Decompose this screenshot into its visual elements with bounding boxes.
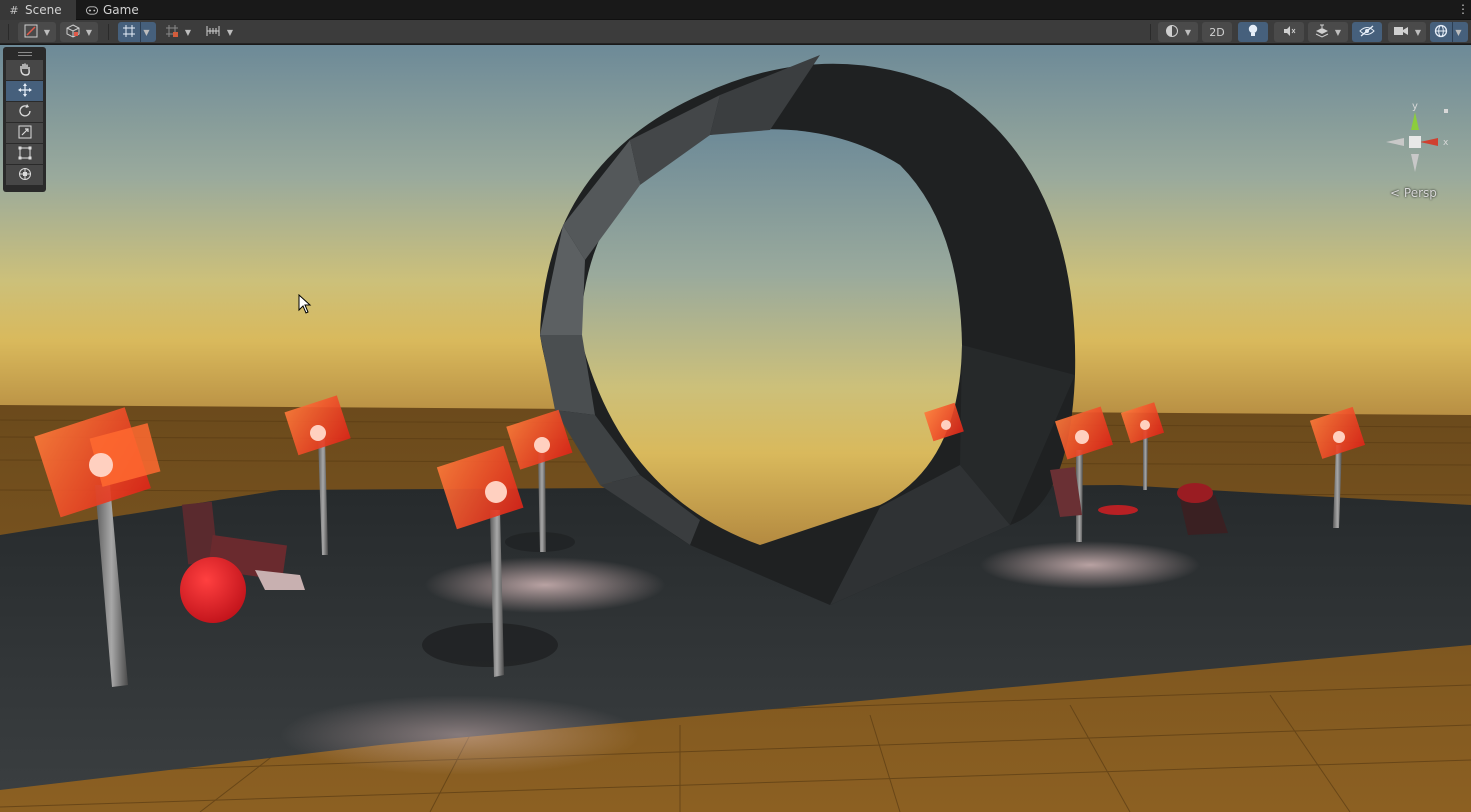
lighting-toggle[interactable] [1238, 22, 1268, 42]
toolbar-separator [8, 24, 9, 40]
toggle-2d-label: 2D [1209, 25, 1225, 39]
chevron-down-icon: ▼ [226, 27, 234, 37]
grid-snap-toggle[interactable]: ▼ [118, 22, 156, 42]
cube-icon [66, 23, 80, 41]
scene-toolbar: ▼ ▼ ▼ ▼ ▼ ▼ 2D ▼ ▼ ▼ [0, 20, 1471, 44]
gizmo-globe-icon [1434, 24, 1448, 41]
scale-tool-button[interactable] [6, 123, 43, 143]
effects-layers-icon [1315, 24, 1329, 41]
scene-render [0, 45, 1471, 812]
rotate-icon [18, 103, 32, 121]
unity-scene-window: # Scene Game ⋮ ▼ ▼ ▼ ▼ ▼ ▼ 2D ▼ ▼ ▼ y x … [0, 0, 1471, 812]
tab-game-label: Game [103, 3, 139, 17]
increment-snap-icon [165, 24, 179, 41]
chevron-down-icon: ▼ [1334, 27, 1342, 37]
hand-icon [18, 62, 32, 79]
rect-transform-icon [18, 146, 32, 163]
toolbar-separator [1150, 24, 1151, 40]
chevron-down-icon: ▼ [140, 22, 152, 42]
mute-speaker-icon [1282, 24, 1296, 41]
eye-hidden-icon [1359, 25, 1375, 40]
draw-mode-icon [24, 24, 38, 41]
scale-icon [18, 125, 32, 142]
gizmos-dropdown[interactable]: ▼ [1430, 22, 1468, 42]
chevron-left-icon: < [1390, 186, 1401, 200]
tab-bar: # Scene Game ⋮ [0, 0, 1471, 20]
scene-viewport[interactable]: y x < Persp [0, 45, 1471, 812]
tools-overlay [3, 47, 46, 192]
sphere-shading-icon [1165, 24, 1179, 41]
effects-dropdown[interactable]: ▼ [1308, 22, 1348, 42]
transform-tool-button[interactable] [6, 165, 43, 185]
grid-snap-icon [122, 24, 136, 41]
rect-tool-button[interactable] [6, 144, 43, 164]
gizmo-x-label: x [1443, 138, 1449, 148]
light-bulb-icon [1247, 24, 1259, 41]
scene-visibility-toggle[interactable] [1352, 22, 1382, 42]
chevron-down-icon: ▼ [1452, 22, 1464, 42]
projection-toggle[interactable]: < Persp [1390, 186, 1437, 200]
camera-dropdown[interactable]: ▼ [1388, 22, 1426, 42]
toolbar-separator [108, 24, 109, 40]
draw-mode-dropdown[interactable]: ▼ [18, 22, 56, 42]
chevron-down-icon: ▼ [184, 27, 192, 37]
more-vertical-icon[interactable]: ⋮ [1457, 2, 1469, 18]
gamepad-icon [86, 4, 98, 16]
transform-icon [18, 167, 32, 184]
drag-handle[interactable] [6, 50, 43, 58]
move-arrows-icon [17, 82, 32, 100]
gizmo-y-label: y [1412, 101, 1418, 112]
chevron-down-icon: ▼ [1414, 27, 1422, 37]
mouse-cursor-icon [298, 293, 312, 318]
increment-snap-dropdown[interactable]: ▼ [160, 22, 196, 42]
toggle-2d-button[interactable]: 2D [1202, 22, 1232, 42]
projection-label: Persp [1403, 186, 1437, 200]
tab-scene-label: Scene [25, 3, 62, 17]
shading-mode-dropdown[interactable]: ▼ [60, 22, 98, 42]
grid-hash-icon: # [9, 3, 19, 17]
chevron-down-icon: ▼ [1184, 27, 1192, 37]
ruler-icon [205, 24, 221, 41]
move-tool-button[interactable] [6, 81, 43, 101]
chevron-down-icon: ▼ [85, 27, 93, 37]
camera-icon [1393, 25, 1409, 40]
chevron-down-icon: ▼ [43, 27, 51, 37]
tab-scene[interactable]: # Scene [0, 0, 76, 20]
tab-game[interactable]: Game [78, 0, 146, 20]
render-mode-dropdown[interactable]: ▼ [1158, 22, 1198, 42]
audio-toggle[interactable] [1274, 22, 1304, 42]
rotate-tool-button[interactable] [6, 102, 43, 122]
ruler-dropdown[interactable]: ▼ [200, 22, 238, 42]
hand-tool-button[interactable] [6, 60, 43, 80]
